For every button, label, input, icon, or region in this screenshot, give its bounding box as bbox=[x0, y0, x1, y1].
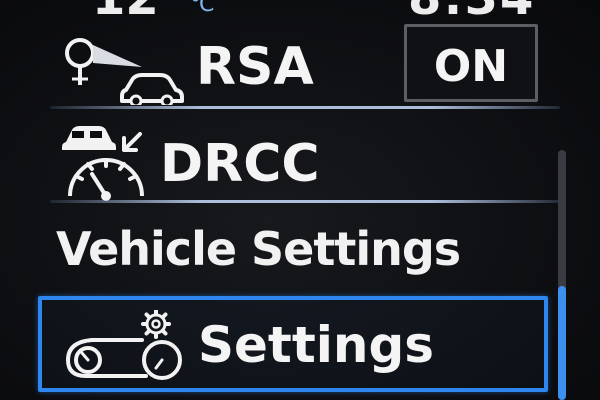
rsa-toggle[interactable]: ON bbox=[404, 24, 538, 102]
dynamic-radar-cruise-icon bbox=[62, 126, 144, 201]
temperature-value: 12 bbox=[92, 0, 159, 26]
divider bbox=[50, 106, 560, 109]
menu-item-label: RSA bbox=[196, 37, 314, 97]
scrollbar-thumb[interactable] bbox=[558, 286, 566, 400]
scrollbar[interactable] bbox=[558, 150, 566, 400]
menu-item-label: Settings bbox=[198, 316, 435, 374]
rsa-toggle-status: ON bbox=[433, 41, 509, 92]
divider bbox=[50, 200, 560, 203]
road-sign-assist-icon bbox=[65, 38, 184, 105]
section-heading: Vehicle Settings bbox=[56, 222, 461, 276]
display-screen: 12 ℃ 8:34 RSA ON bbox=[0, 0, 600, 400]
menu-item-settings[interactable]: Settings bbox=[38, 296, 548, 392]
temperature-unit: ℃ bbox=[190, 0, 215, 17]
clock-value: 8:34 bbox=[408, 0, 600, 26]
menu-item-label: DRCC bbox=[160, 134, 320, 194]
settings-gauge-gear-icon bbox=[65, 310, 182, 380]
menu-item-drcc[interactable]: DRCC bbox=[0, 112, 560, 201]
